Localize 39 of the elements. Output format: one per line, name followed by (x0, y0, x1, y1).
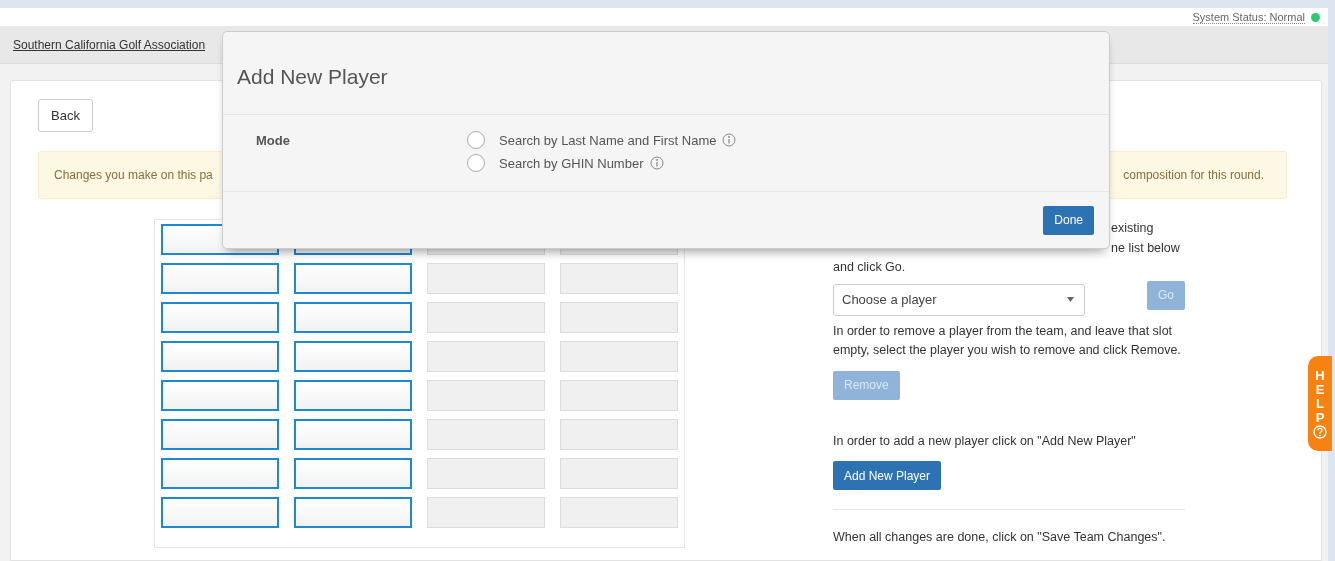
alert-text: Changes you make on this pa (54, 168, 213, 182)
player-slot[interactable] (294, 380, 412, 411)
instruction-text: In order to remove a player from the team, and leave that slot empty, select the player you wish to remove and click Remove. (833, 322, 1182, 359)
radio-button[interactable] (467, 131, 485, 149)
caret-icon (1067, 297, 1074, 302)
instruction-text: and click Go. (833, 259, 907, 276)
info-icon (649, 156, 664, 170)
option-label: Search by GHIN Number (499, 155, 644, 171)
player-slot[interactable] (294, 263, 412, 294)
association-link[interactable]: Southern California Golf Association (13, 37, 206, 52)
instruction-text: When all changes are done, click on "Save Team Changes". (833, 529, 1167, 546)
player-slot[interactable] (294, 302, 412, 333)
back-button[interactable]: Back (38, 99, 93, 132)
dialog-title: Add New Player (237, 65, 388, 89)
player-slot[interactable] (161, 458, 279, 489)
help-tab[interactable]: H E L P (1308, 356, 1332, 451)
instruction-text: In order to add a new player click on "Add New Player" (833, 432, 1137, 450)
player-slot[interactable] (161, 419, 279, 450)
player-slot[interactable] (161, 380, 279, 411)
instruction-text: existing (1111, 220, 1155, 237)
player-slot[interactable] (161, 341, 279, 372)
player-slot[interactable] (294, 419, 412, 450)
player-slot[interactable] (294, 341, 412, 372)
player-slot[interactable] (294, 458, 412, 489)
player-slot[interactable] (161, 497, 279, 528)
alert-text: composition for this round. (1123, 168, 1264, 182)
info-icon (722, 133, 737, 147)
mode-label: Mode (256, 132, 291, 150)
radio-button[interactable] (467, 154, 485, 172)
player-select[interactable]: Choose a player (833, 283, 1085, 316)
player-slot[interactable] (161, 263, 279, 294)
system-status: System Status: Normal (1192, 10, 1305, 24)
instruction-text: ne list below (1111, 239, 1181, 257)
add-player-button[interactable]: Add New Player (833, 461, 942, 490)
option-label: Search by Last Name and First Name (499, 132, 717, 148)
done-button[interactable]: Done (1043, 205, 1094, 235)
help-icon (1313, 424, 1327, 439)
player-slot[interactable] (161, 302, 279, 333)
player-slot[interactable] (294, 497, 412, 528)
